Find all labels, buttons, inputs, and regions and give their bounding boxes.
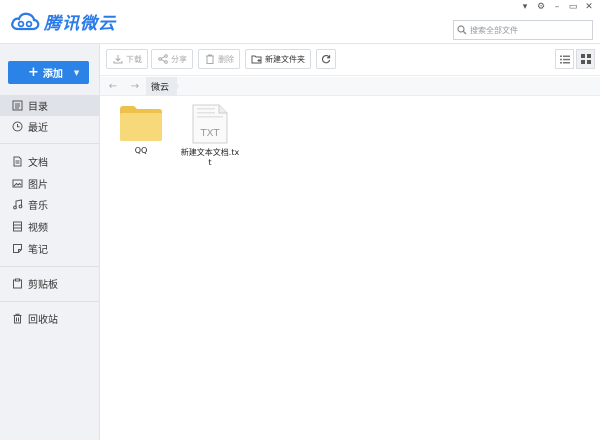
new-folder-icon bbox=[251, 54, 262, 65]
sidebar-item-music[interactable]: 音乐 bbox=[0, 194, 99, 215]
search-icon[interactable] bbox=[454, 21, 470, 39]
plus-icon: + bbox=[28, 65, 39, 80]
file-item-txt[interactable]: TXT 新建文本文档.txt bbox=[175, 104, 245, 168]
add-button[interactable]: + 添加 ▼ bbox=[8, 61, 89, 84]
sidebar-item-label: 音乐 bbox=[28, 201, 48, 212]
sidebar-item-label: 文档 bbox=[28, 158, 48, 169]
sidebar-item-videos[interactable]: 视频 bbox=[0, 216, 99, 237]
share-button[interactable]: 分享 bbox=[151, 49, 193, 69]
settings-gear-icon[interactable]: ⚙ bbox=[534, 0, 548, 14]
search-box[interactable] bbox=[453, 20, 593, 40]
cloud-logo-icon bbox=[11, 12, 40, 31]
folder-icon bbox=[120, 106, 162, 141]
note-icon bbox=[11, 243, 23, 255]
document-icon bbox=[11, 156, 23, 168]
new-folder-label: 新建文件夹 bbox=[265, 54, 305, 64]
sidebar-item-clipboard[interactable]: 剪贴板 bbox=[0, 273, 99, 294]
share-icon bbox=[157, 54, 168, 65]
delete-icon bbox=[204, 54, 215, 65]
close-icon[interactable]: ✕ bbox=[582, 0, 596, 14]
toolbar: 下载 分享 删除 新建文件夹 bbox=[100, 44, 600, 76]
sidebar-divider bbox=[0, 143, 99, 144]
app-logo: 腾讯微云 bbox=[10, 8, 116, 34]
sidebar-divider bbox=[0, 301, 99, 302]
music-icon bbox=[11, 199, 23, 211]
download-label: 下载 bbox=[126, 54, 142, 64]
search-input[interactable] bbox=[470, 22, 588, 38]
list-view-button[interactable] bbox=[555, 49, 574, 69]
add-dropdown-icon[interactable]: ▼ bbox=[74, 69, 79, 77]
image-icon bbox=[11, 178, 23, 190]
file-name: 新建文本文档.txt bbox=[180, 148, 240, 167]
sidebar-item-label: 视频 bbox=[28, 223, 48, 234]
clock-icon bbox=[11, 121, 23, 133]
file-grid: QQ TXT 新建文本文档.txt bbox=[100, 96, 600, 440]
file-name: QQ bbox=[134, 146, 148, 155]
delete-label: 删除 bbox=[218, 54, 234, 64]
sidebar-item-directory[interactable]: 目录 bbox=[0, 95, 99, 116]
sidebar-item-notes[interactable]: 笔记 bbox=[0, 238, 99, 259]
video-icon bbox=[11, 221, 23, 233]
sidebar-item-label: 最近 bbox=[28, 123, 48, 134]
sidebar: + 添加 ▼ 目录 最近 文档 图片 音乐 视频 笔记 剪贴板 回收站 bbox=[0, 44, 100, 440]
add-button-label: 添加 bbox=[42, 69, 63, 80]
download-button[interactable]: 下载 bbox=[106, 49, 148, 69]
forward-arrow-icon[interactable]: → bbox=[126, 77, 144, 96]
list-icon bbox=[11, 100, 23, 112]
grid-view-button[interactable] bbox=[576, 49, 595, 69]
delete-button[interactable]: 删除 bbox=[198, 49, 240, 69]
new-folder-button[interactable]: 新建文件夹 bbox=[245, 49, 311, 69]
file-item-folder[interactable]: QQ bbox=[106, 104, 176, 156]
txt-badge: TXT bbox=[200, 128, 221, 139]
title-bar: 腾讯微云 ▾ ⚙ – ▭ ✕ bbox=[0, 0, 600, 44]
app-title: 腾讯微云 bbox=[44, 13, 116, 34]
back-arrow-icon[interactable]: ← bbox=[104, 77, 122, 96]
sidebar-item-recycle-bin[interactable]: 回收站 bbox=[0, 308, 99, 329]
sidebar-item-recent[interactable]: 最近 bbox=[0, 116, 99, 137]
sidebar-item-label: 回收站 bbox=[28, 315, 58, 326]
sidebar-item-label: 剪贴板 bbox=[28, 280, 58, 291]
refresh-icon bbox=[321, 55, 331, 64]
txt-file-icon: TXT bbox=[192, 104, 228, 144]
sidebar-divider bbox=[0, 266, 99, 267]
window-controls: ▾ ⚙ – ▭ ✕ bbox=[518, 0, 596, 14]
grid-view-icon bbox=[580, 54, 591, 64]
share-label: 分享 bbox=[171, 54, 187, 64]
sidebar-item-label: 目录 bbox=[28, 102, 48, 113]
maximize-icon[interactable]: ▭ bbox=[566, 0, 580, 14]
breadcrumb-separator bbox=[173, 77, 179, 95]
sidebar-item-images[interactable]: 图片 bbox=[0, 173, 99, 194]
clipboard-icon bbox=[11, 278, 23, 290]
minimize-icon[interactable]: – bbox=[550, 0, 564, 14]
path-bar: ← → 微云 bbox=[100, 77, 600, 96]
list-view-icon bbox=[559, 55, 570, 63]
sidebar-item-label: 笔记 bbox=[28, 245, 48, 256]
refresh-button[interactable] bbox=[316, 49, 336, 69]
sidebar-item-label: 图片 bbox=[28, 180, 48, 191]
trash-icon bbox=[11, 313, 23, 325]
menu-dropdown-icon[interactable]: ▾ bbox=[518, 0, 532, 14]
sidebar-item-documents[interactable]: 文档 bbox=[0, 151, 99, 172]
download-icon bbox=[112, 54, 123, 65]
